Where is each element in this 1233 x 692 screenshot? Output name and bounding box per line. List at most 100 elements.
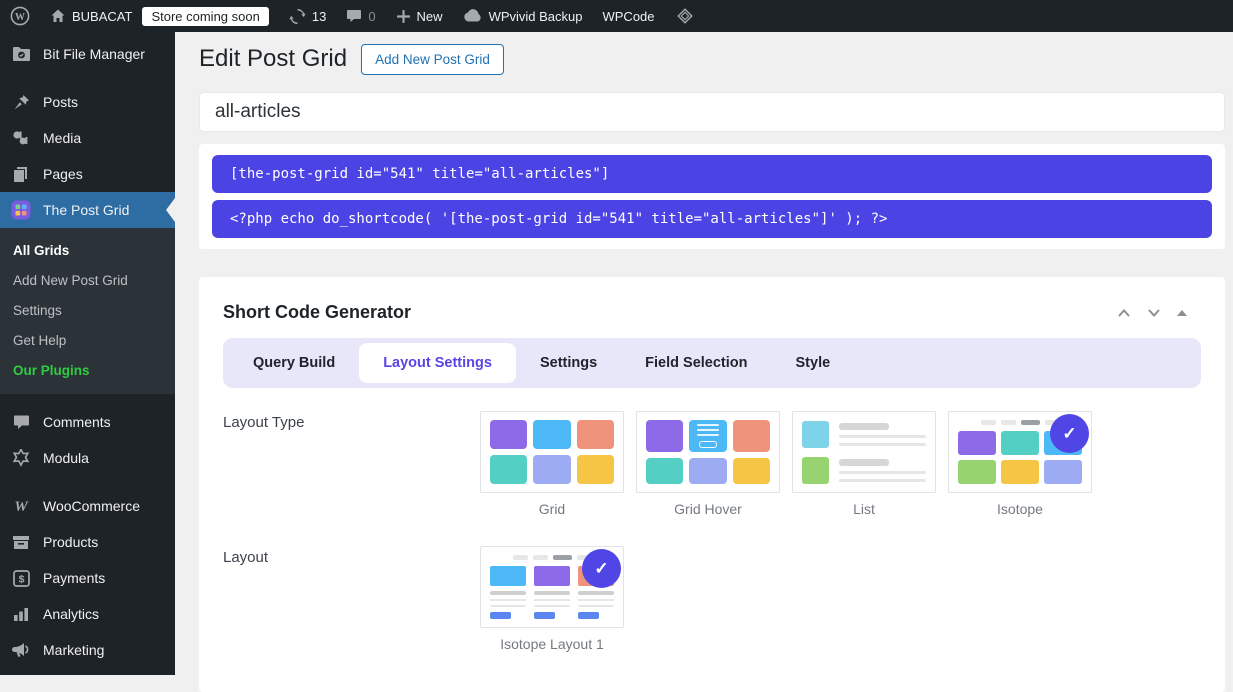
move-down-button[interactable] — [1147, 308, 1161, 318]
layout-type-option-grid[interactable]: Grid — [480, 411, 624, 517]
tab-style[interactable]: Style — [772, 343, 855, 383]
plus-icon — [396, 9, 411, 24]
postbox-handles — [1117, 308, 1201, 318]
tab-field-selection[interactable]: Field Selection — [621, 343, 771, 383]
layout-type-caption: Isotope — [948, 501, 1092, 517]
isotope-layout-1-thumbnail: ✓ — [480, 546, 624, 628]
new-content-link[interactable]: New — [386, 0, 453, 32]
move-up-button[interactable] — [1117, 308, 1131, 318]
layout-type-options: Grid Grid Hover — [480, 411, 1092, 517]
sidebar-item-label: The Post Grid — [43, 202, 129, 218]
layout-type-caption: Grid — [480, 501, 624, 517]
site-name: BUBACAT — [72, 9, 132, 24]
sidebar-item-woocommerce[interactable]: W WooCommerce — [0, 488, 175, 524]
layout-type-option-list[interactable]: List — [792, 411, 936, 517]
home-icon — [50, 8, 66, 24]
diamond-menu-link[interactable] — [665, 0, 705, 32]
add-new-post-grid-button[interactable]: Add New Post Grid — [361, 44, 504, 75]
svg-text:W: W — [14, 499, 29, 513]
sidebar-item-label: Pages — [43, 166, 83, 182]
sidebar-item-label: Comments — [43, 414, 111, 430]
pushpin-icon — [10, 94, 32, 111]
tab-layout-settings[interactable]: Layout Settings — [359, 343, 516, 383]
sidebar-item-label: Marketing — [43, 642, 104, 658]
updates-count: 13 — [312, 9, 326, 24]
sidebar-item-label: Analytics — [43, 606, 99, 622]
sidebar-item-marketing[interactable]: Marketing — [0, 632, 175, 668]
sidebar-item-media[interactable]: Media — [0, 120, 175, 156]
layout-label: Layout — [223, 546, 480, 566]
list-thumbnail — [792, 411, 936, 493]
updates-link[interactable]: 13 — [279, 0, 336, 32]
grid-hover-thumbnail — [636, 411, 780, 493]
post-grid-submenu: All Grids Add New Post Grid Settings Get… — [0, 228, 175, 394]
woocommerce-icon: W — [10, 499, 32, 513]
main-content: Edit Post Grid Add New Post Grid [the-po… — [175, 32, 1233, 692]
sidebar-item-label: WooCommerce — [43, 498, 140, 514]
layout-row: Layout ✓ Isotope Layout 1 — [223, 546, 1201, 652]
menu-separator — [0, 476, 175, 488]
layout-caption: Isotope Layout 1 — [480, 636, 624, 652]
submenu-item-our-plugins[interactable]: Our Plugins — [0, 356, 175, 386]
page-header: Edit Post Grid Add New Post Grid — [199, 43, 1225, 75]
payment-icon: $ — [10, 570, 32, 587]
layout-type-option-grid-hover[interactable]: Grid Hover — [636, 411, 780, 517]
sidebar-item-label: Bit File Manager — [43, 46, 145, 62]
sidebar-item-analytics[interactable]: Analytics — [0, 596, 175, 632]
sidebar-item-bit-file-manager[interactable]: Bit File Manager — [0, 36, 175, 72]
sidebar-item-payments[interactable]: $ Payments — [0, 560, 175, 596]
comments-count: 0 — [368, 9, 375, 24]
sidebar-item-label: Products — [43, 534, 98, 550]
submenu-item-get-help[interactable]: Get Help — [0, 326, 175, 356]
collapse-toggle-button[interactable] — [1177, 309, 1187, 317]
store-coming-soon-badge: Store coming soon — [142, 7, 268, 26]
tab-query-build[interactable]: Query Build — [229, 343, 359, 383]
cloud-icon — [463, 9, 483, 23]
menu-separator — [0, 394, 175, 404]
sidebar-item-comments[interactable]: Comments — [0, 404, 175, 440]
submenu-item-all-grids[interactable]: All Grids — [0, 236, 175, 266]
new-label: New — [417, 9, 443, 24]
layout-type-option-isotope[interactable]: ✓ Isotope — [948, 411, 1092, 517]
collapse-triangle-icon — [1177, 309, 1187, 317]
sidebar-item-posts[interactable]: Posts — [0, 84, 175, 120]
submenu-item-settings[interactable]: Settings — [0, 296, 175, 326]
sidebar-item-label: Payments — [43, 570, 105, 586]
media-icon — [10, 130, 32, 146]
box-icon — [10, 535, 32, 550]
comment-bubble-icon — [346, 8, 362, 24]
chevron-up-icon — [1117, 308, 1131, 318]
sidebar-item-pages[interactable]: Pages — [0, 156, 175, 192]
updates-icon — [289, 8, 306, 25]
wordpress-logo[interactable]: W — [0, 0, 40, 32]
sidebar-item-label: Posts — [43, 94, 78, 110]
selected-check-icon: ✓ — [1050, 414, 1089, 453]
site-name-link[interactable]: BUBACAT Store coming soon — [40, 0, 279, 32]
comments-link[interactable]: 0 — [336, 0, 385, 32]
wpvivid-backup-link[interactable]: WPvivid Backup — [453, 0, 593, 32]
layout-type-caption: List — [792, 501, 936, 517]
svg-text:W: W — [15, 12, 25, 23]
admin-sidebar: Bit File Manager Posts Media Pages The P… — [0, 32, 175, 675]
selected-check-icon: ✓ — [582, 549, 621, 588]
grid-thumbnail — [480, 411, 624, 493]
layout-option-isotope-layout-1[interactable]: ✓ Isotope Layout 1 — [480, 546, 624, 652]
shortcode-card: [the-post-grid id="541" title="all-artic… — [199, 144, 1225, 249]
shortcode-copy-bar[interactable]: [the-post-grid id="541" title="all-artic… — [212, 155, 1212, 193]
generator-title: Short Code Generator — [223, 302, 411, 323]
sidebar-item-the-post-grid[interactable]: The Post Grid — [0, 192, 175, 228]
submenu-item-add-new-post-grid[interactable]: Add New Post Grid — [0, 266, 175, 296]
megaphone-icon — [10, 642, 32, 658]
sidebar-item-modula[interactable]: Modula — [0, 440, 175, 476]
layout-type-row: Layout Type Grid — [223, 411, 1201, 517]
wpcode-link[interactable]: WPCode — [592, 0, 664, 32]
php-shortcode-copy-bar[interactable]: <?php echo do_shortcode( '[the-post-grid… — [212, 200, 1212, 238]
wpvivid-label: WPvivid Backup — [489, 9, 583, 24]
sidebar-item-label: Modula — [43, 450, 89, 466]
layout-type-caption: Grid Hover — [636, 501, 780, 517]
sidebar-item-products[interactable]: Products — [0, 524, 175, 560]
wpcode-label: WPCode — [602, 9, 654, 24]
grid-title-input[interactable] — [199, 92, 1225, 132]
tab-settings[interactable]: Settings — [516, 343, 621, 383]
sidebar-item-label: Media — [43, 130, 81, 146]
